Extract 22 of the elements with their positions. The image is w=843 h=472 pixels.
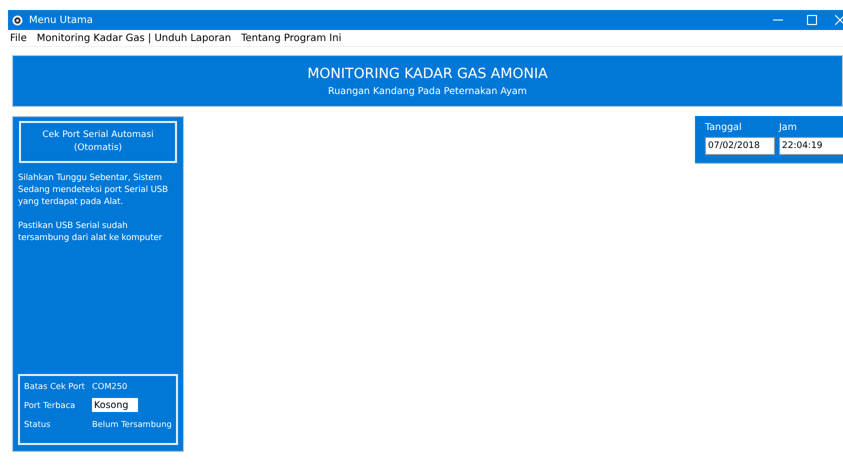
info-value: Belum Tersambung [92, 419, 173, 429]
window-title: Menu Utama [29, 14, 94, 26]
check-port-button[interactable]: Cek Port Serial Automasi (Otomatis) [19, 121, 177, 163]
maximize-icon [807, 15, 817, 25]
time-field[interactable]: 22:04:19 [779, 137, 843, 155]
app-icon [12, 14, 23, 26]
info-message: Silahkan Tunggu Sebentar, Sistem Sedang mendeteksi port Serial USB yang terdapat pada Alat. [18, 172, 169, 208]
menu-item[interactable]: File [10, 32, 27, 44]
info-label: Batas Cek Port [24, 381, 86, 391]
time-label: Jam [779, 122, 798, 133]
date-label: Tanggal [705, 122, 743, 133]
info-value: COM250 [92, 381, 128, 391]
info-label: Port Terbaca [24, 400, 76, 410]
close-icon [835, 15, 843, 25]
date-field[interactable]: 07/02/2018 [705, 137, 775, 155]
app-title: MONITORING KADAR GAS AMONIA [307, 66, 548, 82]
info-message: Pastikan USB Serial sudah tersambung dari alat ke komputer [18, 220, 164, 244]
port-field[interactable]: Kosong [92, 398, 138, 412]
app-subtitle: Ruangan Kandang Pada Peternakan Ayam [328, 86, 527, 96]
info-label: Status [24, 419, 52, 429]
menu-item[interactable]: Tentang Program Ini [241, 32, 342, 44]
menu-item[interactable]: Monitoring Kadar Gas | Unduh Laporan [36, 32, 232, 44]
